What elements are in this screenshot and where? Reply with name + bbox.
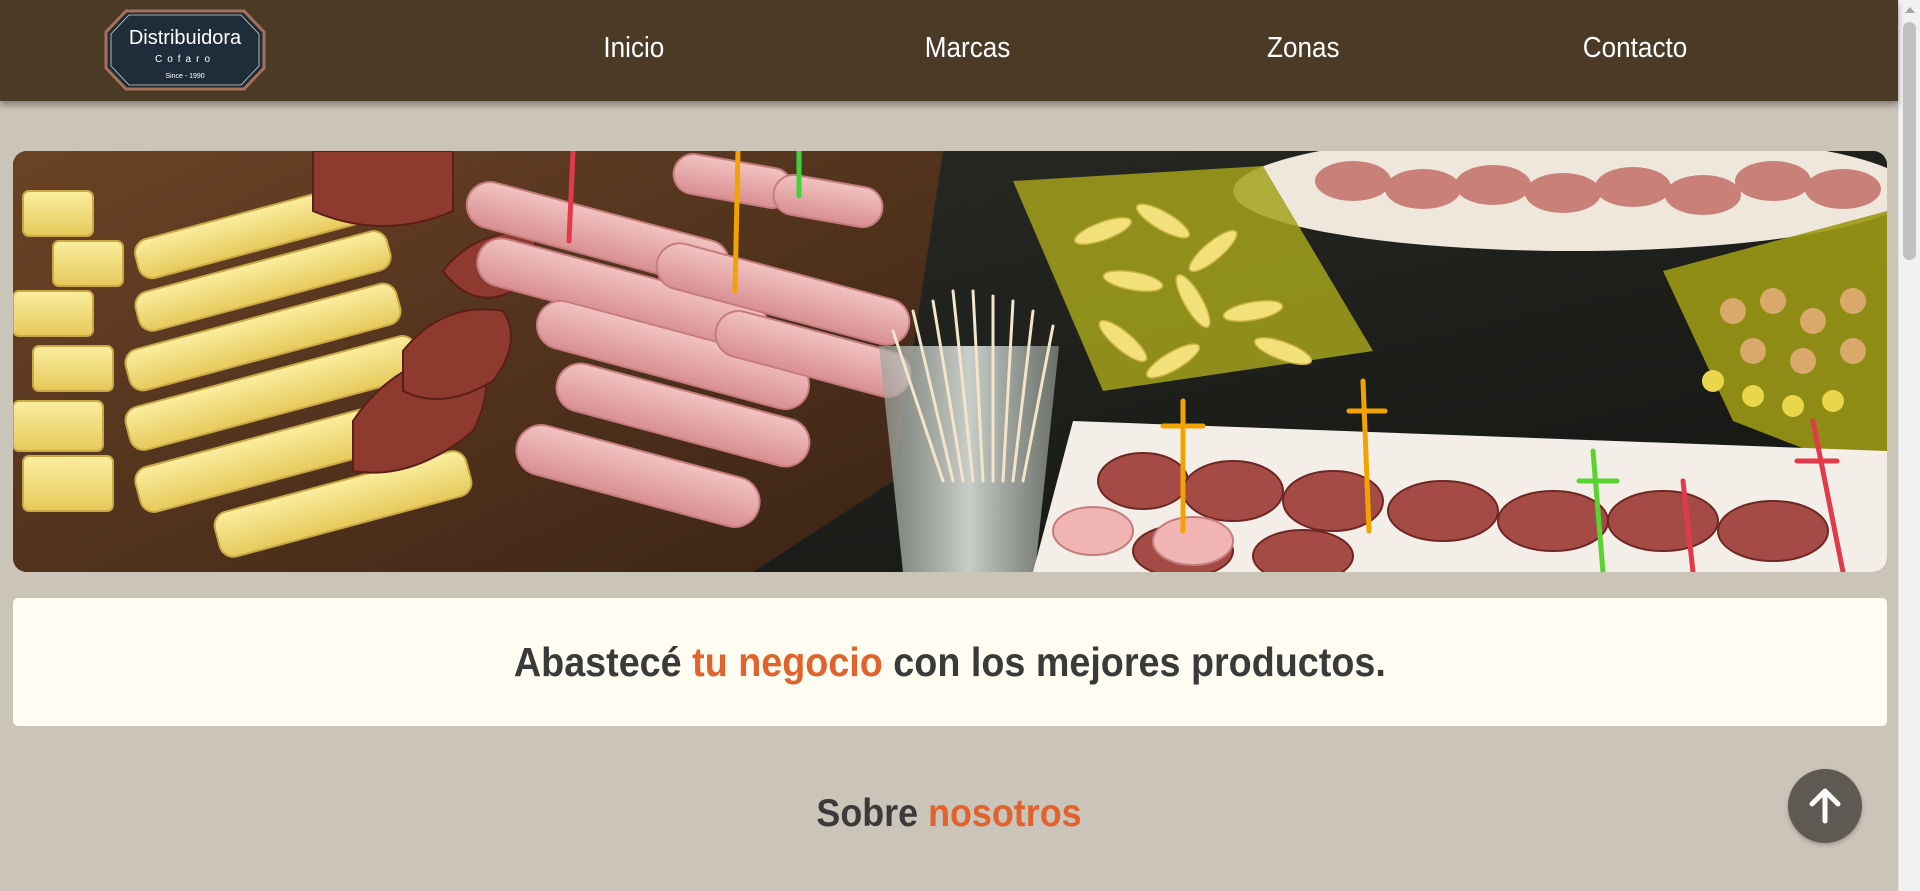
tagline-highlight: tu negocio [692,638,883,685]
arrow-up-icon [1809,788,1841,824]
hero-banner [13,151,1887,572]
scrollbar-thumb[interactable] [1903,22,1916,260]
hero-food-image [13,151,1887,572]
about-title-highlight: nosotros [928,792,1082,835]
tagline-text-start: Abastecé [514,638,693,685]
page-scrollbar[interactable] [1898,0,1920,891]
nav-link-contacto[interactable]: Contacto [1583,32,1687,65]
tagline-heading: Abastecé tu negocio con los mejores prod… [514,639,1386,686]
about-title-start: Sobre [816,792,929,835]
site-header: Distribuidora Cofaro Since - 1990 Inicio… [0,0,1898,101]
nav-link-marcas[interactable]: Marcas [925,32,1011,65]
main-nav: Inicio Marcas Zonas Contacto [0,0,1898,101]
tagline-text-end: con los mejores productos. [882,638,1386,685]
page: Distribuidora Cofaro Since - 1990 Inicio… [0,0,1920,891]
tagline-card: Abastecé tu negocio con los mejores prod… [13,598,1887,726]
scroll-up-arrow-icon[interactable] [1905,7,1915,13]
about-section-title: Sobre nosotros [76,792,1822,836]
back-to-top-button[interactable] [1788,769,1862,843]
nav-link-inicio[interactable]: Inicio [603,32,664,65]
nav-link-zonas[interactable]: Zonas [1267,32,1340,65]
